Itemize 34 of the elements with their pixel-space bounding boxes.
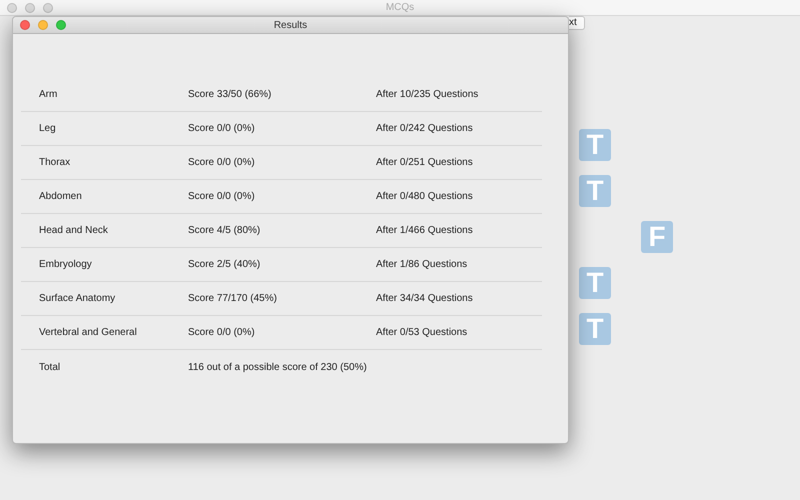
window-title: MCQs bbox=[386, 1, 414, 15]
score-cell-text: Score 4/5 (80%) bbox=[188, 224, 262, 238]
total-summary: 116 out of a possible score of 230 (50%) bbox=[188, 360, 367, 374]
score-cell-text: Score 0/0 (0%) bbox=[188, 190, 256, 204]
score-cell-text: Score 2/5 (40%) bbox=[188, 258, 262, 272]
progress-cell-text: After 0/53 Questions bbox=[376, 326, 468, 340]
window-title: Results bbox=[274, 18, 308, 32]
answer-tile[interactable]: T bbox=[579, 267, 611, 299]
topic-cell-text: Thorax bbox=[39, 156, 72, 170]
progress-cell-text: After 0/480 Questions bbox=[376, 190, 473, 204]
next-button[interactable]: xt bbox=[569, 16, 585, 30]
topic-cell-text: Vertebral and General bbox=[39, 326, 138, 340]
topic-cell-text: Surface Anatomy bbox=[39, 292, 116, 306]
answer-tile[interactable]: T bbox=[579, 175, 611, 207]
answer-tile[interactable]: T bbox=[579, 313, 611, 345]
score-cell-text: Score 0/0 (0%) bbox=[188, 122, 256, 136]
progress-cell-text: After 0/242 Questions bbox=[376, 122, 473, 136]
progress-cell-text: After 34/34 Questions bbox=[376, 292, 473, 306]
score-cell-text: Score 0/0 (0%) bbox=[188, 326, 256, 340]
progress-cell-text: After 1/466 Questions bbox=[376, 224, 473, 238]
progress-cell-text: After 0/251 Questions bbox=[376, 156, 473, 170]
topic-cell-text: Leg bbox=[39, 122, 57, 136]
topic-cell-text: Head and Neck bbox=[39, 224, 109, 238]
score-cell-text: Score 33/50 (66%) bbox=[188, 88, 272, 102]
score-cell-text: Score 77/170 (45%) bbox=[188, 292, 278, 306]
answer-tile[interactable]: F bbox=[641, 221, 673, 253]
progress-cell-text: After 1/86 Questions bbox=[376, 258, 468, 272]
topic-cell-text: Abdomen bbox=[39, 190, 83, 204]
total-label: Total bbox=[39, 360, 62, 374]
topic-cell-text: Arm bbox=[39, 88, 58, 102]
progress-cell-text: After 10/235 Questions bbox=[376, 88, 478, 102]
score-cell-text: Score 0/0 (0%) bbox=[188, 156, 256, 170]
topic-cell-text: Embryology bbox=[39, 258, 93, 272]
answer-tile[interactable]: T bbox=[579, 129, 611, 161]
